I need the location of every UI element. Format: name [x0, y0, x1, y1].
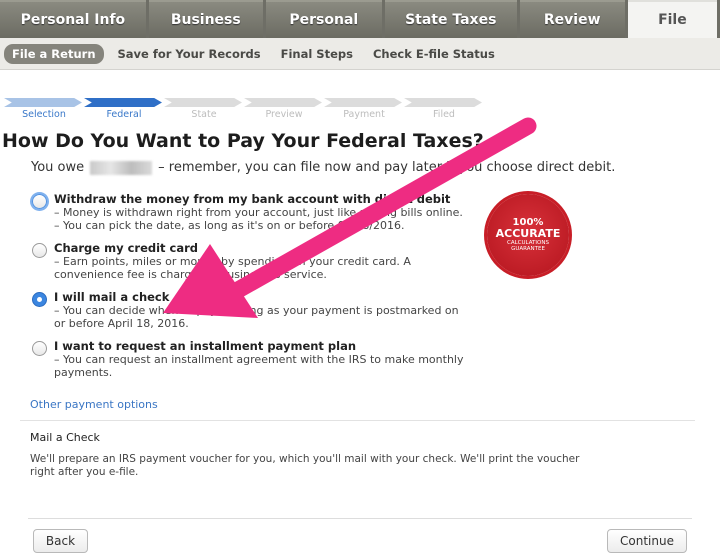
radio-credit-card[interactable] [32, 243, 47, 258]
progress-step-filed [404, 98, 482, 107]
progress-labels: Selection Federal State Preview Payment … [4, 109, 484, 120]
tab-personal-info[interactable]: Personal Info [0, 0, 146, 38]
radio-direct-debit[interactable] [32, 194, 47, 209]
progress-step-federal [84, 98, 162, 107]
tab-file[interactable]: File [627, 0, 718, 38]
badge-guarantee: GUARANTEE [511, 246, 545, 252]
option-title: I will mail a check [54, 290, 170, 304]
payment-options: Withdraw the money from my bank account … [32, 193, 472, 389]
top-tab-bar: Personal Info Business Personal State Ta… [0, 0, 720, 38]
mail-check-info: Mail a Check We'll prepare an IRS paymen… [20, 420, 695, 520]
subnav-final-steps[interactable]: Final Steps [281, 47, 353, 61]
sub-nav: File a Return Save for Your Records Fina… [0, 38, 720, 70]
owe-suffix: – remember, you can file now and pay lat… [158, 160, 616, 175]
option-detail: – You can pick the date, as long as it's… [54, 219, 405, 232]
option-installment-plan: I want to request an installment payment… [32, 340, 472, 379]
back-button[interactable]: Back [33, 529, 88, 553]
progress-step-state [164, 98, 242, 107]
mail-check-text: We'll prepare an IRS payment voucher for… [30, 453, 580, 478]
progress-step-preview [244, 98, 322, 107]
progress-label: Preview [265, 109, 303, 120]
progress-step-payment [324, 98, 402, 107]
radio-mail-check[interactable] [32, 292, 47, 307]
option-title: Charge my credit card [54, 241, 199, 255]
owe-prefix: You owe [31, 160, 85, 175]
footer-divider [28, 518, 692, 519]
option-detail: – Money is withdrawn right from your acc… [54, 206, 463, 219]
option-direct-debit: Withdraw the money from my bank account … [32, 193, 472, 232]
page-title: How Do You Want to Pay Your Federal Taxe… [2, 130, 484, 152]
progress-label: State [191, 109, 217, 120]
progress-label: Filed [433, 109, 455, 120]
mail-check-title: Mail a Check [30, 431, 100, 444]
radio-installment-plan[interactable] [32, 341, 47, 356]
option-detail: – You can request an installment agreeme… [54, 353, 464, 379]
option-title: Withdraw the money from my bank account … [54, 192, 451, 206]
subnav-file-a-return[interactable]: File a Return [4, 43, 104, 64]
amount-owed-line: You owe – remember, you can file now and… [31, 160, 615, 175]
badge-accurate: ACCURATE [495, 227, 561, 240]
progress-label: Federal [106, 109, 142, 120]
progress-step-selection [4, 98, 82, 107]
progress-label: Selection [22, 109, 66, 120]
redacted-amount [90, 160, 153, 175]
continue-button[interactable]: Continue [607, 529, 687, 553]
subnav-check-efile-status[interactable]: Check E-file Status [373, 47, 495, 61]
other-payment-options-link[interactable]: Other payment options [30, 398, 158, 411]
option-detail: – Earn points, miles or money by spendin… [54, 255, 411, 281]
tab-business[interactable]: Business [148, 0, 263, 38]
tab-state-taxes[interactable]: State Taxes [384, 0, 517, 38]
tab-personal[interactable]: Personal [265, 0, 382, 38]
option-mail-check: I will mail a check – You can decide whe… [32, 291, 472, 330]
option-credit-card: Charge my credit card – Earn points, mil… [32, 242, 472, 281]
tab-review[interactable]: Review [519, 0, 625, 38]
subnav-save-for-records[interactable]: Save for Your Records [118, 47, 261, 61]
accuracy-guarantee-badge: 100% ACCURATE CALCULATIONS GUARANTEE [487, 194, 569, 276]
progress-bar [4, 98, 484, 107]
option-detail: – You can decide when to pay, as long as… [54, 304, 459, 330]
progress-label: Payment [343, 109, 385, 120]
option-title: I want to request an installment payment… [54, 339, 357, 353]
